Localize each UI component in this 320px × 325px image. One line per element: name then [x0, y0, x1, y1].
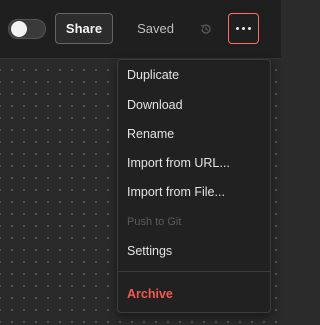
toggle-knob	[11, 21, 27, 37]
more-options-button[interactable]	[228, 13, 259, 44]
more-horizontal-icon	[236, 27, 251, 30]
menu-item-settings[interactable]: Settings	[118, 237, 270, 265]
menu-item-import-from-file[interactable]: Import from File...	[118, 178, 270, 206]
menu-item-download[interactable]: Download	[118, 91, 270, 119]
menu-item-duplicate[interactable]: Duplicate	[118, 61, 270, 89]
menu-item-import-from-url[interactable]: Import from URL...	[118, 149, 270, 177]
workflow-editor: Share Saved Duplicate Download Rename Im…	[0, 0, 281, 325]
menu-item-push-to-git: Push to Git	[127, 216, 182, 228]
saved-button[interactable]: Saved	[128, 13, 183, 44]
options-menu: Duplicate Download Rename Import from UR…	[117, 59, 271, 313]
active-toggle[interactable]	[8, 19, 46, 39]
menu-divider	[118, 271, 270, 272]
history-icon[interactable]	[197, 20, 215, 38]
menu-item-archive[interactable]: Archive	[118, 280, 270, 308]
top-toolbar: Share Saved	[0, 0, 281, 59]
menu-item-rename[interactable]: Rename	[118, 120, 270, 148]
share-button[interactable]: Share	[55, 13, 113, 44]
